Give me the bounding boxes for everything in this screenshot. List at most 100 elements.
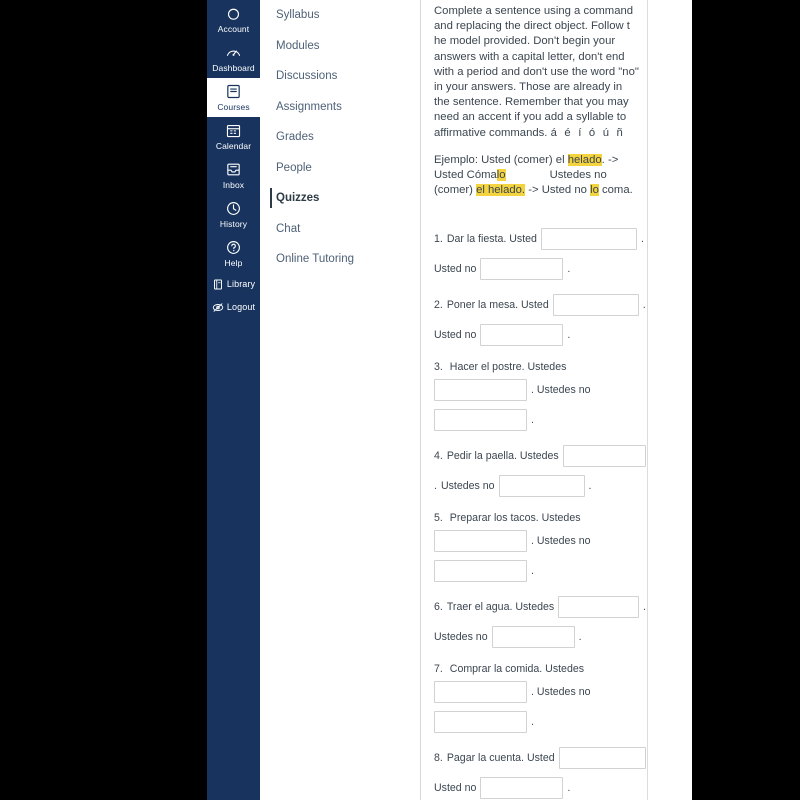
quiz-item-prompt: Pedir la paella. Ustedes — [446, 450, 559, 463]
quiz-item: 5. Preparar los tacos. Ustedes . Ustedes… — [434, 511, 646, 583]
quiz-answer-input[interactable] — [558, 747, 646, 770]
quiz-item-prompt: Comprar la comida. Ustedes — [449, 663, 585, 676]
quiz-instructions-text: Complete a sentence using a command and … — [434, 5, 639, 139]
example-highlight-el-helado: el helado. — [476, 184, 526, 197]
quiz-item-punctuation: . — [640, 233, 644, 246]
global-nav-item-history[interactable]: History — [207, 195, 260, 234]
quiz-item-punctuation: . — [588, 480, 592, 493]
question-mark-icon — [207, 238, 260, 257]
global-nav-item-account[interactable]: Account — [207, 0, 260, 39]
quiz-item: 3. Hacer el postre. Ustedes . Ustedes no… — [434, 360, 646, 432]
global-navigation: Account Dashboard Courses Calendar Inbox… — [207, 0, 260, 800]
quiz-item-punctuation: . Ustedes no — [531, 384, 591, 397]
quiz-answer-input[interactable] — [434, 379, 527, 402]
quiz-item-number: 2. — [434, 299, 443, 312]
quiz-item: 4. Pedir la paella. Ustedes . Ustedes no… — [434, 445, 646, 498]
quiz-item-second-prefix: Usted no — [434, 329, 477, 342]
quiz-item-number: 1. — [434, 233, 443, 246]
global-nav-item-library[interactable]: Library — [207, 273, 260, 296]
quiz-answer-input[interactable] — [491, 626, 575, 649]
quiz-item: 2. Poner la mesa. Usted . Usted no . — [434, 294, 646, 347]
quiz-answer-input[interactable] — [434, 711, 527, 734]
letterbox-left — [0, 0, 207, 800]
global-nav-item-inbox[interactable]: Inbox — [207, 156, 260, 195]
quiz-item-number: 5. — [434, 512, 443, 525]
speedometer-icon — [207, 43, 260, 62]
quiz-answer-input[interactable] — [480, 777, 564, 800]
course-nav-item-assignments[interactable]: Assignments — [260, 96, 420, 118]
quiz-answer-input[interactable] — [434, 681, 527, 704]
quiz-answer-input[interactable] — [480, 324, 564, 347]
course-nav-item-syllabus[interactable]: Syllabus — [260, 4, 420, 26]
calendar-icon — [207, 121, 260, 140]
quiz-item-second-prefix: Usted no — [434, 782, 477, 795]
course-nav-item-online-tutoring[interactable]: Online Tutoring — [260, 248, 420, 270]
clock-icon — [207, 199, 260, 218]
example-answer1-pre: Cóma — [466, 169, 497, 182]
global-nav-label: Help — [224, 258, 243, 268]
inbox-icon — [207, 160, 260, 179]
quiz-item-punctuation: . — [531, 716, 534, 729]
quiz-item-second-prefix: Usted no — [434, 263, 477, 276]
global-nav-item-help[interactable]: Help — [207, 234, 260, 273]
quiz-answer-input[interactable] — [540, 228, 637, 251]
quiz-item-punctuation: . — [434, 480, 437, 493]
quiz-item-second-prefix: Ustedes no — [440, 480, 495, 493]
screenshot-canvas: Account Dashboard Courses Calendar Inbox… — [0, 0, 800, 800]
quiz-item-prompt: Preparar los tacos. Ustedes — [449, 512, 581, 525]
quiz-item-number: 7. — [434, 663, 443, 676]
global-nav-item-calendar[interactable]: Calendar — [207, 117, 260, 156]
global-nav-item-courses[interactable]: Courses — [207, 78, 260, 117]
course-nav-item-chat[interactable]: Chat — [260, 218, 420, 240]
quiz-item-punctuation: . — [578, 631, 582, 644]
course-nav-item-modules[interactable]: Modules — [260, 35, 420, 57]
quiz-item-prompt: Pagar la cuenta. Usted — [446, 752, 555, 765]
avatar-icon — [207, 4, 260, 23]
global-nav-label: Dashboard — [212, 63, 255, 73]
quiz-content-area: Complete a sentence using a command and … — [421, 0, 692, 800]
quiz-item: 8. Pagar la cuenta. Usted Usted no . — [434, 747, 646, 800]
quiz-answer-input[interactable] — [552, 294, 639, 317]
quiz-item-punctuation: . — [567, 329, 571, 342]
course-nav-item-quizzes[interactable]: Quizzes — [260, 187, 420, 209]
example-part1-pre: Usted (comer) el — [481, 153, 565, 166]
example-label: Ejemplo: — [434, 153, 478, 166]
global-nav-label: Inbox — [222, 180, 245, 190]
book-icon — [207, 82, 260, 101]
example-highlight-lo-2: lo — [590, 184, 599, 197]
quiz-answer-input[interactable] — [558, 596, 640, 619]
quiz-instructions: Complete a sentence using a command and … — [434, 4, 640, 141]
course-nav-item-discussions[interactable]: Discussions — [260, 65, 420, 87]
quiz-item-punctuation: . — [567, 263, 571, 276]
quiz-answer-input[interactable] — [434, 530, 527, 553]
quiz-item-punctuation: . — [531, 414, 534, 427]
global-nav-label: History — [219, 219, 248, 229]
quiz-item-number: 8. — [434, 752, 443, 765]
example-answer2-post: coma. — [602, 184, 633, 197]
quiz-item: 1. Dar la fiesta. Usted . Usted no . — [434, 228, 646, 281]
quiz-item-prompt: Hacer el postre. Ustedes — [449, 361, 567, 374]
library-icon — [212, 278, 224, 291]
global-nav-label: Account — [217, 24, 250, 34]
example-highlight-lo-1: lo — [496, 169, 506, 182]
quiz-item: 7. Comprar la comida. Ustedes . Ustedes … — [434, 662, 646, 734]
global-nav-item-logout[interactable]: Logout — [207, 296, 260, 319]
quiz-item-punctuation: . Ustedes no — [531, 535, 591, 548]
course-nav-item-grades[interactable]: Grades — [260, 126, 420, 148]
quiz-item-number: 4. — [434, 450, 443, 463]
quiz-answer-input[interactable] — [434, 560, 527, 583]
letterbox-right — [692, 0, 800, 800]
quiz-answer-input[interactable] — [434, 409, 527, 432]
quiz-item: 6. Traer el agua. Ustedes . Ustedes no . — [434, 596, 646, 649]
quiz-item-number: 6. — [434, 601, 443, 614]
logout-icon — [212, 301, 224, 314]
course-nav-item-people[interactable]: People — [260, 157, 420, 179]
quiz-answer-input[interactable] — [480, 258, 564, 281]
example-arrow-2: -> Usted no — [528, 184, 587, 197]
quiz-item-punctuation: . — [642, 299, 646, 312]
quiz-answer-input[interactable] — [498, 475, 585, 498]
quiz-answer-input[interactable] — [562, 445, 646, 468]
quiz-item-prompt: Traer el agua. Ustedes — [446, 601, 555, 614]
global-nav-label: Courses — [217, 102, 250, 112]
global-nav-item-dashboard[interactable]: Dashboard — [207, 39, 260, 78]
